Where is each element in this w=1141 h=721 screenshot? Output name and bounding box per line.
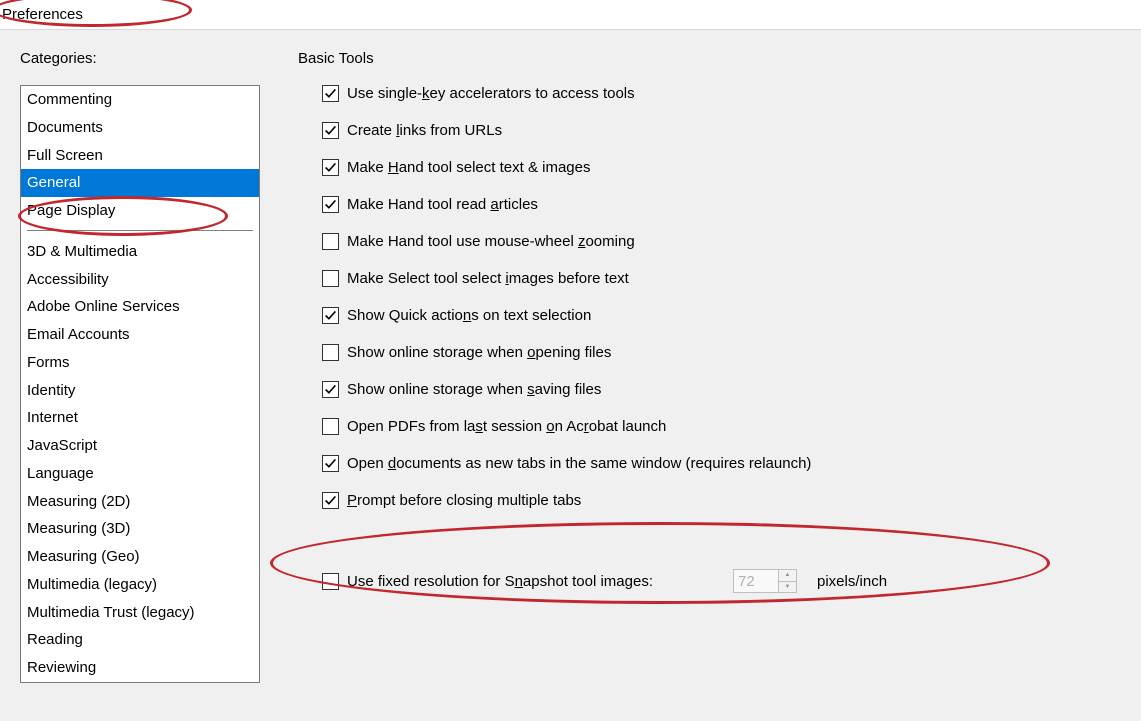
spinner: ▲ ▼ [778,570,796,592]
option-row: Show Quick actions on text selection [298,307,1121,324]
category-item[interactable]: Language [21,460,259,488]
spinner-down[interactable]: ▼ [779,582,796,593]
option-label: Make Hand tool select text & images [347,159,590,176]
option-label: Open documents as new tabs in the same w… [347,455,811,472]
option-checkbox[interactable] [322,381,339,398]
option-label: Prompt before closing multiple tabs [347,492,581,509]
snapshot-checkbox[interactable] [322,573,339,590]
option-checkbox[interactable] [322,344,339,361]
section-title: Basic Tools [298,50,1121,67]
option-row: Show online storage when saving files [298,381,1121,398]
category-item[interactable]: Reading [21,626,259,654]
option-checkbox[interactable] [322,85,339,102]
option-checkbox[interactable] [322,270,339,287]
option-checkbox[interactable] [322,233,339,250]
option-row: Open PDFs from last session on Acrobat l… [298,418,1121,435]
category-item[interactable]: Measuring (Geo) [21,543,259,571]
option-row: Use single-key accelerators to access to… [298,85,1121,102]
option-checkbox[interactable] [322,455,339,472]
option-row: Make Select tool select images before te… [298,270,1121,287]
category-item[interactable]: Identity [21,377,259,405]
category-item[interactable]: Reviewing [21,654,259,682]
spinner-up[interactable]: ▲ [779,570,796,582]
category-item[interactable]: Measuring (2D) [21,488,259,516]
option-row: Make Hand tool select text & images [298,159,1121,176]
category-item[interactable]: Email Accounts [21,321,259,349]
category-item[interactable]: 3D & Multimedia [21,238,259,266]
option-label: Show Quick actions on text selection [347,307,591,324]
snapshot-resolution-input-wrap: ▲ ▼ [733,569,797,593]
option-label: Create links from URLs [347,122,502,139]
option-row: Show online storage when opening files [298,344,1121,361]
option-label: Open PDFs from last session on Acrobat l… [347,418,666,435]
category-item[interactable]: Commenting [21,86,259,114]
option-row: Make Hand tool use mouse-wheel zooming [298,233,1121,250]
category-item[interactable]: Full Screen [21,142,259,170]
snapshot-resolution-input[interactable] [734,570,778,592]
category-item[interactable]: Internet [21,404,259,432]
category-item[interactable]: General [21,169,259,197]
category-item[interactable]: Accessibility [21,266,259,294]
category-item[interactable]: Page Display [21,197,259,225]
snapshot-row: Use fixed resolution for Snapshot tool i… [298,569,1121,593]
snapshot-label: Use fixed resolution for Snapshot tool i… [347,573,653,590]
option-checkbox[interactable] [322,122,339,139]
option-row: Prompt before closing multiple tabs [298,492,1121,509]
categories-label: Categories: [20,50,260,67]
option-checkbox[interactable] [322,196,339,213]
sidebar: Categories: CommentingDocumentsFull Scre… [0,30,280,721]
option-label: Make Select tool select images before te… [347,270,629,287]
option-label: Make Hand tool use mouse-wheel zooming [347,233,635,250]
option-row: Make Hand tool read articles [298,196,1121,213]
category-divider [21,225,259,238]
category-item[interactable]: Multimedia Trust (legacy) [21,599,259,627]
option-label: Use single-key accelerators to access to… [347,85,635,102]
option-checkbox[interactable] [322,159,339,176]
category-item[interactable]: Multimedia (legacy) [21,571,259,599]
option-checkbox[interactable] [322,307,339,324]
main-panel: Basic Tools Use single-key accelerators … [280,30,1141,721]
option-checkbox[interactable] [322,418,339,435]
window-title: Preferences [0,0,1141,30]
category-item[interactable]: Documents [21,114,259,142]
option-label: Show online storage when saving files [347,381,601,398]
category-list[interactable]: CommentingDocumentsFull ScreenGeneralPag… [20,85,260,683]
category-item[interactable]: Forms [21,349,259,377]
option-row: Create links from URLs [298,122,1121,139]
option-checkbox[interactable] [322,492,339,509]
category-item[interactable]: Measuring (3D) [21,515,259,543]
content-area: Categories: CommentingDocumentsFull Scre… [0,30,1141,721]
category-item[interactable]: JavaScript [21,432,259,460]
category-item[interactable]: Adobe Online Services [21,293,259,321]
option-row: Open documents as new tabs in the same w… [298,455,1121,472]
option-label: Show online storage when opening files [347,344,611,361]
option-label: Make Hand tool read articles [347,196,538,213]
snapshot-unit-label: pixels/inch [817,573,887,590]
